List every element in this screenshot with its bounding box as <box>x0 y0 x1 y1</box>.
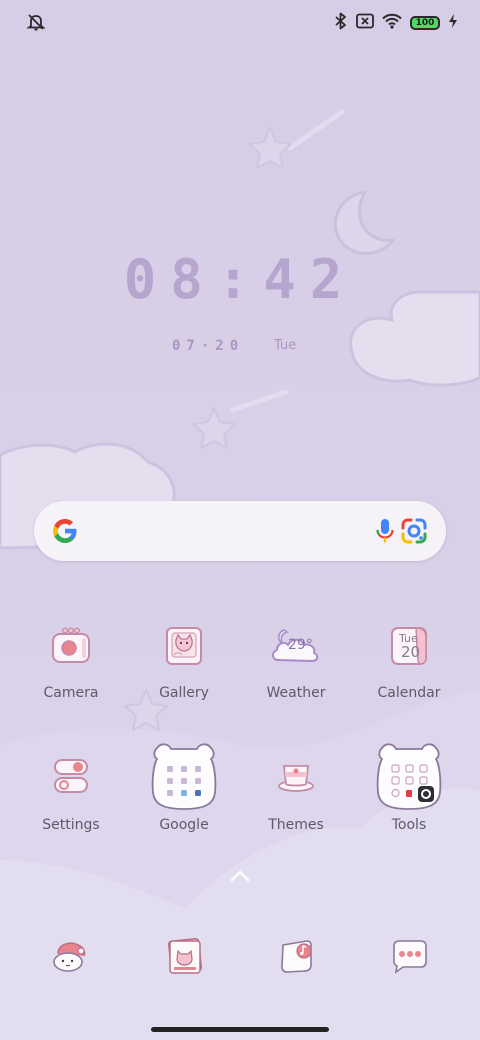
mic-icon[interactable] <box>374 517 396 549</box>
app-drawer-chevron-icon[interactable] <box>228 866 252 890</box>
app-label: Google <box>159 817 209 833</box>
app-gallery[interactable]: Gallery <box>134 622 234 712</box>
alarm-off-icon <box>26 12 46 36</box>
weather-temp: 29° <box>288 637 313 653</box>
folder-google[interactable]: Google <box>134 742 234 842</box>
calendar-date: 20 <box>401 643 421 661</box>
contacts-icon[interactable] <box>164 937 204 979</box>
app-themes[interactable]: Themes <box>246 742 346 842</box>
camera-icon <box>49 624 93 672</box>
messages-icon[interactable] <box>389 938 429 978</box>
wifi-icon <box>382 13 402 33</box>
clock-day: Tue <box>274 338 297 353</box>
charging-icon <box>448 13 458 33</box>
app-label: Weather <box>266 685 326 701</box>
themes-icon <box>276 756 316 800</box>
app-label: Settings <box>42 817 100 833</box>
folder-tools[interactable]: Tools <box>359 742 459 842</box>
app-settings[interactable]: Settings <box>21 742 121 842</box>
status-bar: 100 <box>0 0 480 44</box>
clock-date: 07·20 <box>172 338 245 354</box>
app-weather[interactable]: 29° Weather <box>246 622 346 712</box>
music-icon[interactable] <box>277 937 317 979</box>
bluetooth-icon <box>334 12 348 34</box>
folder-icon <box>374 742 444 816</box>
clock-time: 08:42 <box>123 248 357 311</box>
clock-widget[interactable]: 08:42 <box>0 248 480 311</box>
battery-icon: 100 <box>410 16 440 30</box>
app-camera[interactable]: Camera <box>21 622 121 712</box>
settings-icon <box>51 756 91 800</box>
app-label: Tools <box>391 817 427 833</box>
app-calendar[interactable]: Tue 20 Calendar <box>359 622 459 712</box>
app-label: Themes <box>268 817 324 833</box>
home-screen: 100 08:42 07·20 Tue Camera Gallery 29° W… <box>0 0 480 1040</box>
app-label: Gallery <box>159 685 209 701</box>
google-logo-icon <box>50 516 80 550</box>
phone-icon[interactable] <box>50 938 90 978</box>
lens-icon[interactable] <box>400 517 428 549</box>
google-search-bar[interactable] <box>34 501 446 561</box>
gallery-icon <box>162 624 206 672</box>
folder-icon <box>149 742 219 816</box>
no-sim-icon <box>356 13 374 33</box>
app-label: Calendar <box>377 685 441 701</box>
app-label: Camera <box>43 685 99 701</box>
gesture-nav-bar[interactable] <box>151 1027 329 1032</box>
